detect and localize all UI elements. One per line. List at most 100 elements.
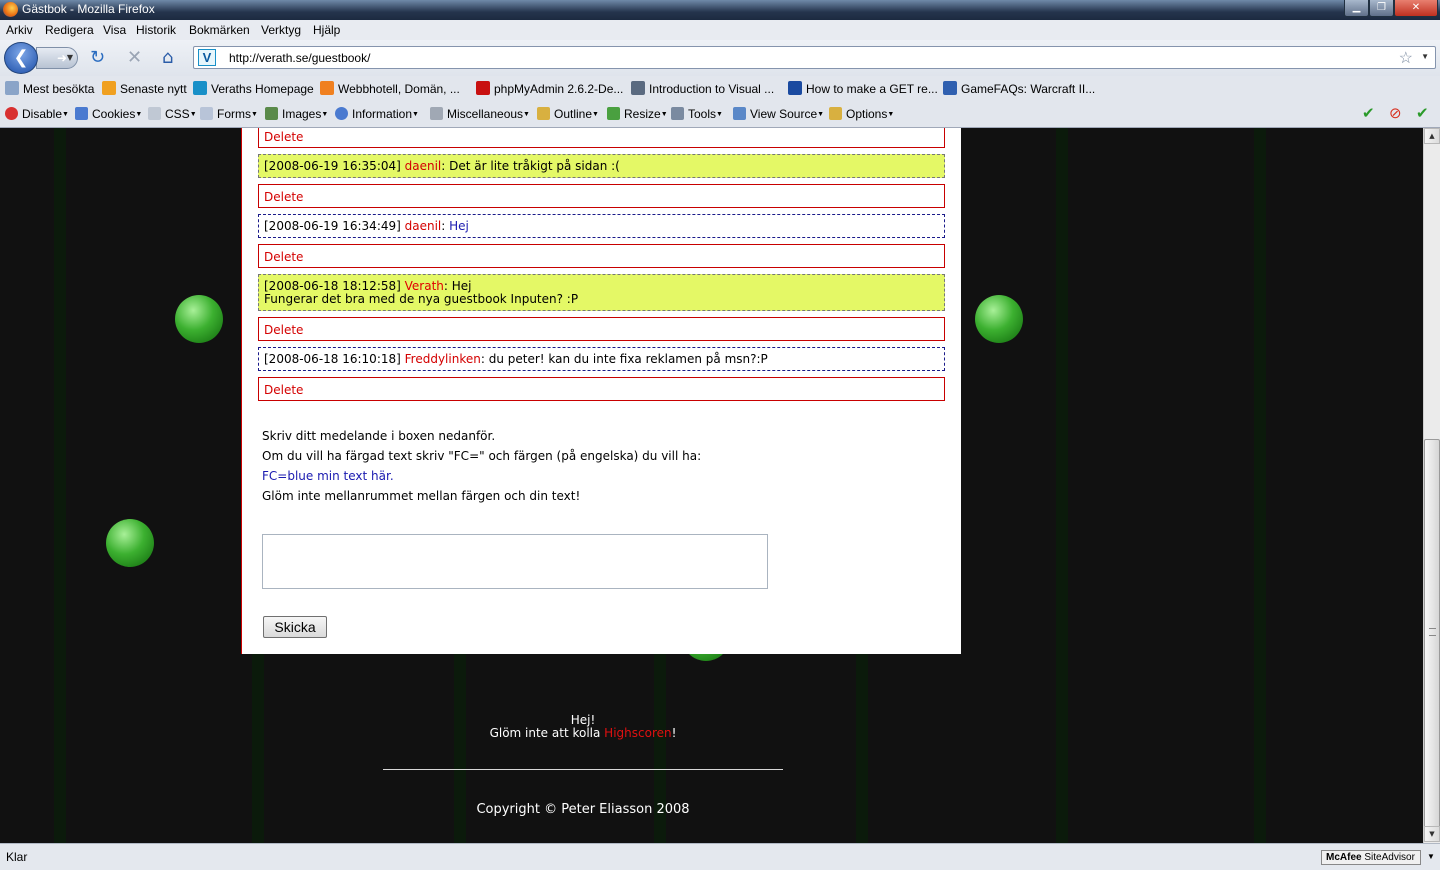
stop-icon[interactable]: ✕ xyxy=(127,48,142,68)
window-title: Gästbok - Mozilla Firefox xyxy=(22,2,155,16)
images-icon xyxy=(265,107,278,120)
dev-menu-disable[interactable]: Disable▼ xyxy=(5,107,69,121)
status-bar: Klar McAfee SiteAdvisor ▼ xyxy=(0,843,1440,870)
phpmyadmin-icon xyxy=(476,81,490,95)
status-text: Klar xyxy=(6,850,28,864)
entry-text: Hej xyxy=(449,219,469,233)
entry-text: : Det är lite tråkigt på sidan :( xyxy=(441,159,620,173)
menu-hjalp[interactable]: Hjälp xyxy=(313,23,340,37)
bookmark-item[interactable]: phpMyAdmin 2.6.2-De... xyxy=(476,81,623,96)
background-stripe xyxy=(1056,128,1068,843)
entry-text: : du peter! kan du inte fixa reklamen på… xyxy=(480,352,768,366)
bookmark-item[interactable]: How to make a GET re... xyxy=(788,81,938,96)
entry-author: daenil xyxy=(404,159,442,173)
menu-bokmarken[interactable]: Bokmärken xyxy=(189,23,250,37)
menu-verktyg[interactable]: Verktyg xyxy=(261,23,301,37)
forward-button[interactable]: ➜ ▼ xyxy=(36,47,78,69)
bookmark-item[interactable]: Senaste nytt xyxy=(102,81,187,96)
green-ball xyxy=(106,519,154,567)
forward-arrow-icon: ➜ xyxy=(57,51,68,65)
entry-text-line2: Fungerar det bra med de nya guestbook In… xyxy=(264,292,579,306)
guestbook-panel: Delete [2008-06-19 16:35:04] daenil: Det… xyxy=(241,128,961,654)
entry-author: Freddylinken xyxy=(404,352,481,366)
delete-link[interactable]: Delete xyxy=(258,128,945,148)
delete-link[interactable]: Delete xyxy=(258,317,945,341)
msdn-icon xyxy=(788,81,802,95)
dev-menu-forms[interactable]: Forms▼ xyxy=(200,107,258,121)
status-ok-icon[interactable]: ✔ xyxy=(1416,105,1429,123)
bookmark-item[interactable]: GameFAQs: Warcraft II... xyxy=(943,81,1095,96)
guestbook-entry: [2008-06-18 16:10:18] Freddylinken: du p… xyxy=(258,347,945,371)
view-source-icon xyxy=(733,107,746,120)
entry-author: Verath xyxy=(404,279,444,293)
tools-icon xyxy=(671,107,684,120)
guestbook-entry: [2008-06-18 18:12:58] Verath: Hej Funger… xyxy=(258,274,945,311)
bookmark-item[interactable]: Veraths Homepage xyxy=(193,81,314,96)
background-stripe xyxy=(1254,128,1266,843)
delete-link[interactable]: Delete xyxy=(258,244,945,268)
gamefaqs-icon xyxy=(943,81,957,95)
resize-icon xyxy=(607,107,620,120)
dev-menu-options[interactable]: Options▼ xyxy=(829,107,894,121)
entry-timestamp: [2008-06-19 16:35:04] xyxy=(264,159,401,173)
bookmark-item[interactable]: Mest besökta xyxy=(5,81,94,96)
dev-menu-resize[interactable]: Resize▼ xyxy=(607,107,668,121)
scroll-up-arrow-icon[interactable]: ▲ xyxy=(1424,128,1440,144)
validation-ok-icon[interactable]: ✔ xyxy=(1362,105,1375,123)
information-icon xyxy=(335,107,348,120)
bookmark-item[interactable]: Webbhotell, Domän, ... xyxy=(320,81,460,96)
vertical-scrollbar[interactable]: ▲ ▼ xyxy=(1423,128,1440,843)
dev-menu-cookies[interactable]: Cookies▼ xyxy=(75,107,142,121)
close-window-button[interactable]: ✕ xyxy=(1394,0,1438,17)
message-textarea[interactable] xyxy=(262,534,768,589)
delete-link[interactable]: Delete xyxy=(258,184,945,208)
instruction-line: Om du vill ha färgad text skriv "FC=" oc… xyxy=(262,449,702,463)
menu-historik[interactable]: Historik xyxy=(136,23,176,37)
dev-menu-css[interactable]: CSS▼ xyxy=(148,107,197,121)
error-icon[interactable]: ⊘ xyxy=(1389,105,1402,123)
dev-menu-view-source[interactable]: View Source▼ xyxy=(733,107,824,121)
menu-redigera[interactable]: Redigera xyxy=(45,23,94,37)
scroll-down-arrow-icon[interactable]: ▼ xyxy=(1424,826,1440,842)
scrollbar-thumb[interactable] xyxy=(1424,439,1440,830)
page-viewport: Delete [2008-06-19 16:35:04] daenil: Det… xyxy=(0,128,1423,843)
entry-author: daenil xyxy=(404,219,442,233)
url-bar[interactable]: V http://verath.se/guestbook/ ☆ ▼ xyxy=(193,46,1436,69)
bookmarks-toolbar: Mest besökta Senaste nytt Veraths Homepa… xyxy=(0,76,1440,102)
menu-bar: Arkiv Redigera Visa Historik Bokmärken V… xyxy=(0,20,1440,40)
folder-icon xyxy=(5,81,19,95)
instructions: Skriv ditt medelande i boxen nedanför. O… xyxy=(262,426,701,506)
submit-button[interactable]: Skicka xyxy=(263,616,327,638)
maximize-button[interactable]: ❐ xyxy=(1369,0,1394,17)
green-ball xyxy=(975,295,1023,343)
highscore-link[interactable]: Highscoren xyxy=(604,726,671,740)
bookmark-item[interactable]: Introduction to Visual ... xyxy=(631,81,774,96)
mcafee-siteadvisor-button[interactable]: McAfee SiteAdvisor xyxy=(1321,850,1421,865)
dev-menu-miscellaneous[interactable]: Miscellaneous▼ xyxy=(430,107,530,121)
menu-arkiv[interactable]: Arkiv xyxy=(6,23,33,37)
forms-icon xyxy=(200,107,213,120)
dev-menu-images[interactable]: Images▼ xyxy=(265,107,328,121)
reload-icon[interactable]: ↻ xyxy=(90,48,105,68)
css-icon xyxy=(148,107,161,120)
dev-menu-outline[interactable]: Outline▼ xyxy=(537,107,599,121)
home-icon[interactable]: ⌂ xyxy=(162,48,173,68)
dev-menu-tools[interactable]: Tools▼ xyxy=(671,107,723,121)
footer-divider xyxy=(383,769,783,770)
dev-menu-information[interactable]: Information▼ xyxy=(335,107,419,121)
green-ball xyxy=(175,295,223,343)
delete-link[interactable]: Delete xyxy=(258,377,945,401)
url-text[interactable]: http://verath.se/guestbook/ xyxy=(229,51,370,65)
instruction-line: Glöm inte mellanrummet mellan färgen och… xyxy=(262,489,581,503)
minimize-button[interactable]: ▁ xyxy=(1344,0,1369,17)
url-dropdown-icon[interactable]: ▼ xyxy=(1421,52,1429,61)
menu-visa[interactable]: Visa xyxy=(103,23,126,37)
history-dropdown-icon[interactable]: ▼ xyxy=(67,48,73,68)
siteadvisor-dropdown-icon[interactable]: ▼ xyxy=(1427,852,1435,861)
disable-icon xyxy=(5,107,18,120)
site-favicon-icon: V xyxy=(198,49,216,66)
bookmark-star-icon[interactable]: ☆ xyxy=(1399,48,1413,68)
back-button[interactable]: ❮ xyxy=(4,42,38,74)
entry-timestamp: [2008-06-18 16:10:18] xyxy=(264,352,401,366)
firefox-icon xyxy=(3,2,18,17)
